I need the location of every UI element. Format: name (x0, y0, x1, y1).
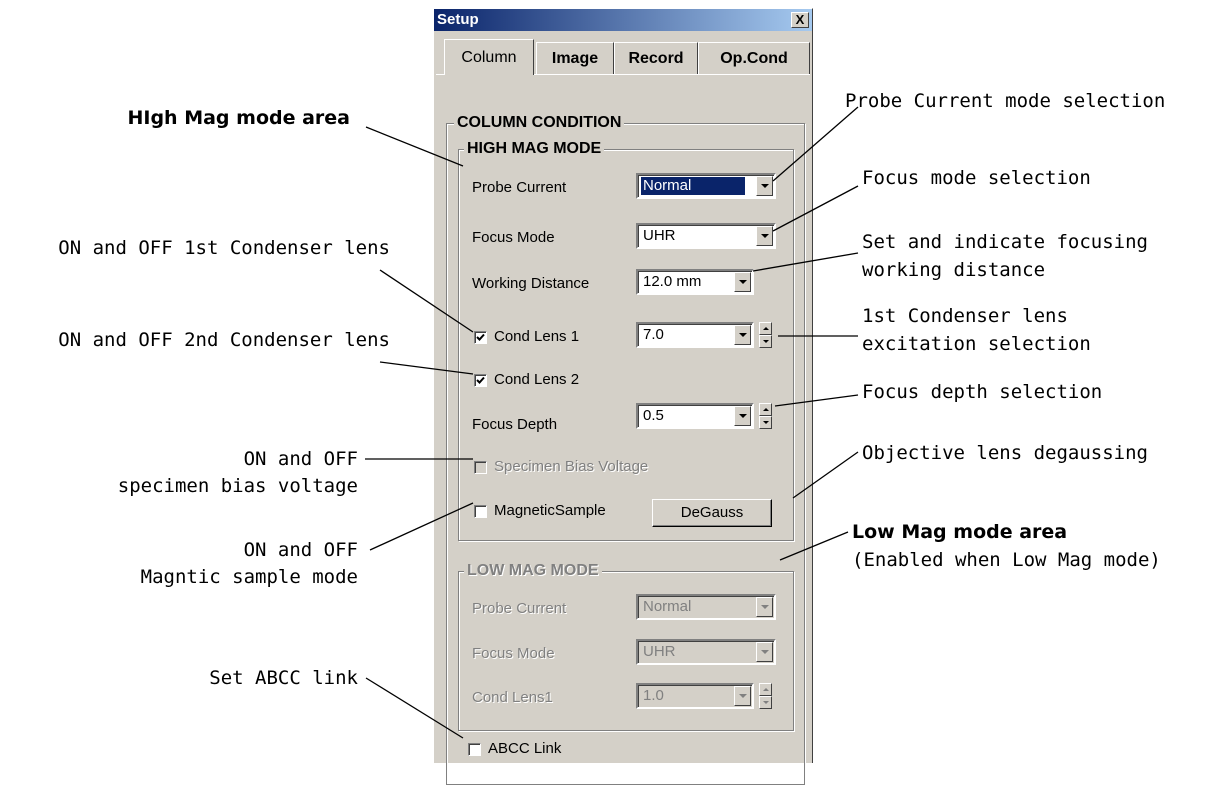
annotation-wd-line-2: working distance (862, 259, 1046, 281)
checkmark-icon (476, 333, 485, 341)
low-focus-mode-value: UHR (643, 643, 676, 660)
chevron-down-icon[interactable] (756, 226, 773, 246)
annotation-magnetic-line-2: Magntic sample mode (140, 566, 358, 588)
annotation-cond-lens-1: ON and OFF 1st Condenser lens (58, 237, 390, 259)
focus-depth-select[interactable]: 0.5 (636, 403, 754, 429)
degauss-button[interactable]: DeGauss (652, 499, 772, 527)
focus-depth-value: 0.5 (643, 407, 664, 424)
low-focus-mode-label: Focus Mode (472, 645, 555, 662)
chevron-down-icon[interactable] (734, 325, 751, 345)
low-mag-title: LOW MAG MODE (464, 561, 602, 581)
specimen-bias-checkbox[interactable] (474, 461, 487, 474)
annotation-cond-lens-2: ON and OFF 2nd Condenser lens (58, 329, 390, 351)
working-distance-select[interactable]: 12.0 mm (636, 269, 754, 295)
focus-mode-value: UHR (643, 227, 676, 244)
setup-window: Setup X Column Image Record Op.Cond COLU… (433, 8, 813, 785)
annotation-low-mag-area: Low Mag mode area (852, 521, 1068, 543)
spin-down-icon[interactable] (759, 335, 772, 348)
tab-column[interactable]: Column (444, 39, 534, 75)
focus-mode-select[interactable]: UHR (636, 223, 776, 249)
abcc-link-checkbox[interactable] (468, 743, 481, 756)
spin-up-icon[interactable] (759, 322, 772, 335)
degauss-button-label: DeGauss (680, 504, 744, 521)
annotation-probe-current: Probe Current mode selection (845, 90, 1166, 112)
tab-image-label: Image (551, 50, 599, 67)
column-condition-title: COLUMN CONDITION (454, 113, 625, 133)
spin-up-icon[interactable] (759, 683, 772, 696)
checkmark-icon (476, 376, 485, 384)
tab-op-cond-label: Op.Cond (720, 50, 788, 67)
tab-column-label: Column (461, 49, 517, 66)
annotation-bias-line-1: ON and OFF (243, 448, 358, 470)
chevron-down-icon[interactable] (756, 597, 773, 617)
cond-lens-1-value: 7.0 (643, 326, 664, 343)
cond-lens-2-checkbox[interactable] (474, 374, 487, 387)
working-distance-label: Working Distance (472, 275, 590, 292)
working-distance-value: 12.0 mm (643, 273, 702, 290)
cond-lens-1-label: Cond Lens 1 (494, 328, 580, 345)
cond-lens-2-label: Cond Lens 2 (494, 371, 580, 388)
focus-mode-label: Focus Mode (472, 229, 555, 246)
chevron-down-icon[interactable] (734, 406, 751, 426)
low-cond-lens-1-value: 1.0 (643, 687, 664, 704)
chevron-down-icon[interactable] (756, 642, 773, 662)
spin-down-icon[interactable] (759, 416, 772, 429)
probe-current-label: Probe Current (472, 179, 567, 196)
spin-down-icon[interactable] (759, 696, 772, 709)
tab-image[interactable]: Image (536, 42, 614, 74)
close-button[interactable]: X (791, 12, 809, 28)
annotation-cond1-exc-line-1: 1st Condenser lens (862, 305, 1068, 327)
tab-op-cond[interactable]: Op.Cond (698, 42, 810, 74)
specimen-bias-label: Specimen Bias Voltage (494, 458, 649, 475)
annotation-low-mag-note: (Enabled when Low Mag mode) (852, 549, 1161, 571)
annotation-degauss: Objective lens degaussing (862, 442, 1148, 464)
abcc-link-label: ABCC Link (488, 740, 562, 757)
spin-up-icon[interactable] (759, 403, 772, 416)
window-title: Setup (437, 11, 479, 28)
high-mag-title: HIGH MAG MODE (464, 139, 605, 159)
low-cond-lens-1-select[interactable]: 1.0 (636, 683, 754, 709)
annotation-focus-mode: Focus mode selection (862, 167, 1091, 189)
chevron-down-icon[interactable] (734, 272, 751, 292)
tab-record-label: Record (628, 50, 684, 67)
chevron-down-icon[interactable] (734, 686, 751, 706)
close-icon: X (795, 12, 805, 27)
title-bar[interactable]: Setup X (434, 9, 812, 31)
low-probe-current-select[interactable]: Normal (636, 594, 776, 620)
annotation-bias-line-2: specimen bias voltage (117, 475, 358, 497)
focus-depth-label: Focus Depth (472, 416, 558, 433)
magnetic-sample-checkbox[interactable] (474, 505, 487, 518)
low-probe-current-value: Normal (643, 598, 692, 615)
probe-current-value: Normal (640, 176, 746, 196)
annotation-high-mag-area: HIgh Mag mode area (127, 107, 350, 129)
low-probe-current-label: Probe Current (472, 600, 567, 617)
annotation-cond1-exc-line-2: excitation selection (862, 333, 1091, 355)
annotation-abcc: Set ABCC link (209, 667, 358, 689)
probe-current-select[interactable]: Normal (636, 173, 776, 199)
annotation-magnetic-line-1: ON and OFF (243, 539, 358, 561)
low-cond-lens-1-spinner[interactable] (759, 683, 772, 709)
tab-record[interactable]: Record (614, 42, 698, 74)
annotation-wd-line-1: Set and indicate focusing (862, 231, 1148, 253)
low-focus-mode-select[interactable]: UHR (636, 639, 776, 665)
chevron-down-icon[interactable] (756, 176, 773, 196)
cond-lens-1-select[interactable]: 7.0 (636, 322, 754, 348)
magnetic-sample-label: MagneticSample (494, 502, 606, 519)
low-cond-lens-1-label: Cond Lens1 (472, 689, 553, 706)
focus-depth-spinner[interactable] (759, 403, 772, 429)
annotation-focus-depth: Focus depth selection (862, 381, 1103, 403)
cond-lens-1-checkbox[interactable] (474, 331, 487, 344)
cond-lens-1-spinner[interactable] (759, 322, 772, 348)
